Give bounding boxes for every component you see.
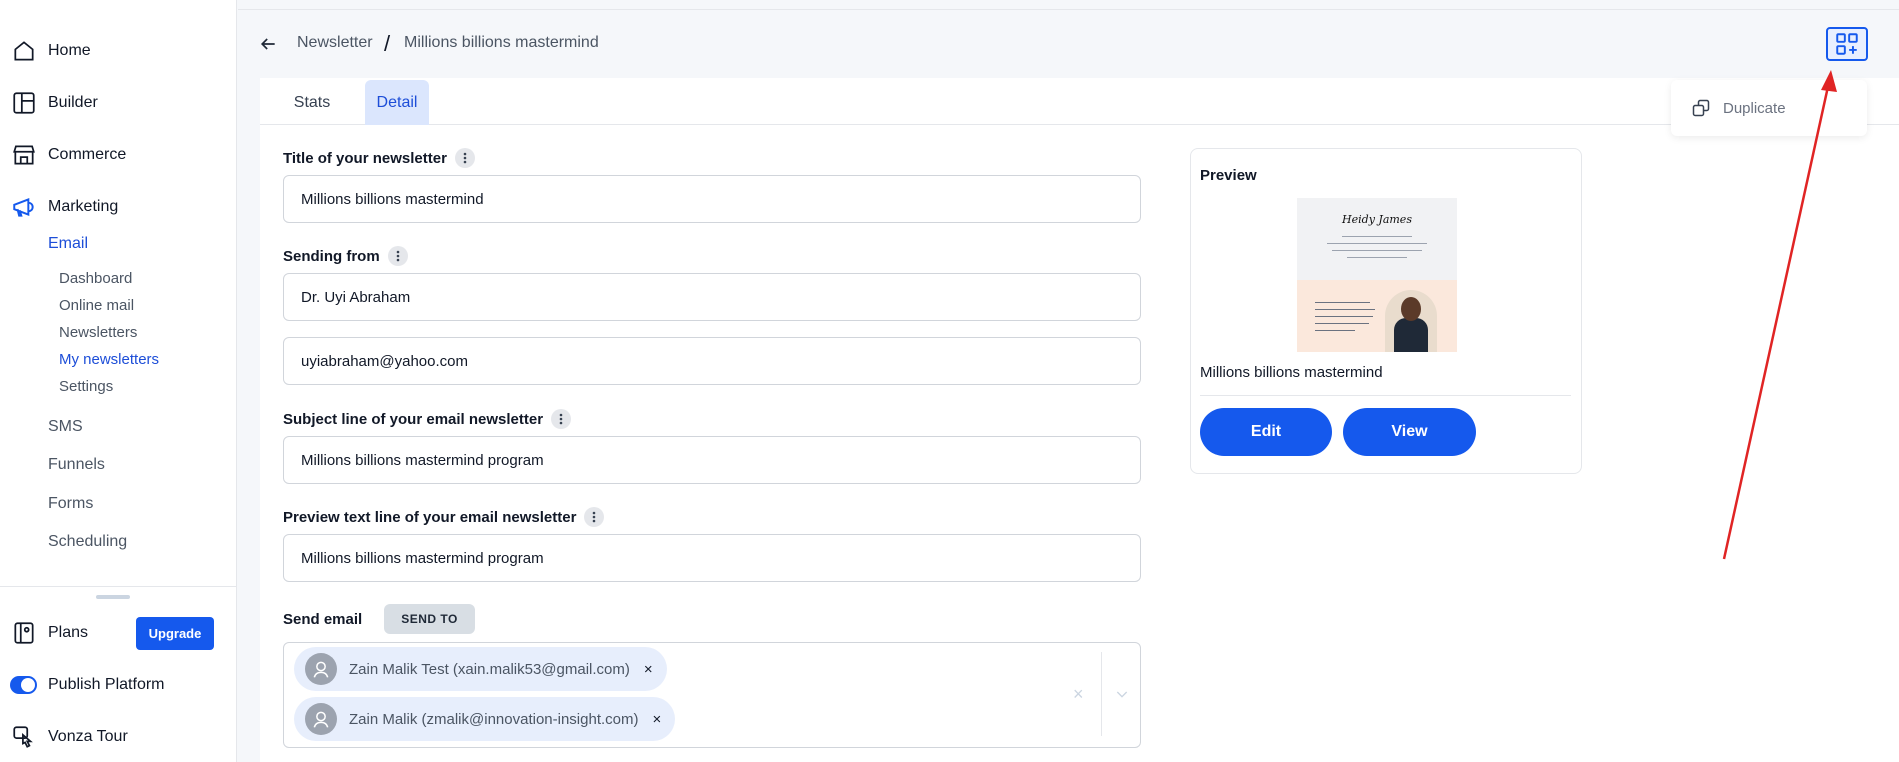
megaphone-icon [9, 192, 39, 222]
header-divider [238, 9, 1899, 10]
publish-platform-toggle[interactable] [10, 676, 37, 694]
info-icon[interactable] [551, 409, 572, 429]
duplicate-menu-item[interactable]: Duplicate [1671, 80, 1867, 136]
clear-recipients-icon[interactable]: × [1073, 684, 1084, 705]
sidebar-item-publish-platform[interactable]: Publish Platform [39, 670, 165, 700]
sidebar-subitem-online-mail[interactable]: Online mail [59, 297, 134, 314]
sidebar-item-scheduling[interactable]: Scheduling [48, 533, 127, 551]
sidebar: Home Builder Commerce Marketing Email Da… [0, 0, 237, 762]
sender-email-input[interactable] [283, 337, 1141, 385]
hand-pointer-icon [9, 722, 39, 752]
thumbnail-person-body [1394, 318, 1428, 352]
breadcrumb-current: Millions billions mastermind [404, 34, 599, 51]
view-button[interactable]: View [1343, 408, 1476, 456]
sending-from-label-text: Sending from [283, 247, 380, 265]
duplicate-label: Duplicate [1723, 99, 1786, 117]
newsletter-thumbnail[interactable]: Heidy James [1297, 198, 1457, 352]
sidebar-item-home[interactable]: Home [0, 36, 91, 66]
recipient-chip: Zain Malik Test (xain.malik53@gmail.com)… [294, 647, 667, 691]
sidebar-divider [0, 586, 237, 587]
thumbnail-person-head [1401, 297, 1421, 321]
copy-icon [1692, 99, 1710, 117]
user-avatar-icon [305, 703, 337, 735]
preview-newsletter-name: Millions billions mastermind [1200, 364, 1383, 381]
sidebar-item-commerce[interactable]: Commerce [0, 140, 126, 170]
sidebar-item-label: Marketing [48, 198, 119, 215]
sending-from-label: Sending from [283, 246, 408, 266]
sidebar-item-marketing[interactable]: Marketing [0, 192, 118, 222]
tab-detail[interactable]: Detail [365, 80, 429, 125]
builder-icon [9, 88, 39, 118]
sidebar-item-label: Home [48, 42, 91, 59]
thumbnail-signature: Heidy James [1342, 213, 1412, 226]
sidebar-item-label: Publish Platform [48, 676, 165, 693]
sidebar-item-forms[interactable]: Forms [48, 495, 93, 513]
thumbnail-header-bg [1297, 198, 1457, 280]
tab-stats[interactable]: Stats [278, 80, 346, 125]
edit-button[interactable]: Edit [1200, 408, 1332, 456]
sidebar-subitem-settings[interactable]: Settings [59, 378, 113, 395]
thumbnail-text-line [1347, 257, 1407, 258]
info-icon[interactable] [454, 148, 475, 168]
upgrade-button[interactable]: Upgrade [136, 617, 214, 650]
recipients-select[interactable]: Zain Malik Test (xain.malik53@gmail.com)… [283, 642, 1141, 748]
sidebar-item-vonza-tour[interactable]: Vonza Tour [0, 722, 128, 752]
back-arrow-icon[interactable] [258, 34, 278, 54]
info-icon[interactable] [387, 246, 408, 266]
sidebar-item-sms[interactable]: SMS [48, 418, 83, 436]
send-email-label: Send email [283, 611, 363, 628]
breadcrumb-separator: / [384, 31, 391, 56]
add-widget-button[interactable] [1826, 27, 1868, 61]
grid-plus-icon [1836, 33, 1858, 55]
thumbnail-text-line [1342, 236, 1412, 237]
subject-label: Subject line of your email newsletter [283, 409, 572, 429]
subject-input[interactable] [283, 436, 1141, 484]
title-label: Title of your newsletter [283, 148, 475, 168]
tabs-bar [260, 78, 1899, 125]
sidebar-item-label: Builder [48, 94, 98, 111]
home-icon [9, 36, 39, 66]
sidebar-item-funnels[interactable]: Funnels [48, 456, 105, 474]
preview-text-input[interactable] [283, 534, 1141, 582]
title-input[interactable] [283, 175, 1141, 223]
user-avatar-icon [305, 653, 337, 685]
preview-title: Preview [1200, 167, 1257, 184]
title-label-text: Title of your newsletter [283, 149, 447, 167]
breadcrumb-parent[interactable]: Newsletter [297, 34, 373, 52]
thumbnail-text-line [1327, 243, 1427, 244]
subject-label-text: Subject line of your email newsletter [283, 410, 544, 428]
info-icon[interactable] [584, 507, 605, 527]
preview-text-label: Preview text line of your email newslett… [283, 507, 605, 527]
sidebar-subitem-my-newsletters[interactable]: My newsletters [59, 351, 159, 368]
sidebar-resize-handle[interactable] [96, 595, 130, 599]
preview-text-label-text: Preview text line of your email newslett… [283, 508, 577, 526]
recipient-chip: Zain Malik (zmalik@innovation-insight.co… [294, 697, 676, 741]
store-icon [9, 140, 39, 170]
recipient-name: Zain Malik (zmalik@innovation-insight.co… [349, 710, 639, 728]
select-separator [1101, 652, 1102, 736]
send-to-button[interactable]: SEND TO [384, 604, 475, 634]
sidebar-item-label: Vonza Tour [48, 728, 128, 745]
sidebar-item-plans[interactable]: Plans [0, 618, 88, 648]
sidebar-item-label: Commerce [48, 146, 127, 163]
sidebar-subitem-newsletters[interactable]: Newsletters [59, 324, 137, 341]
thumbnail-text-line [1315, 316, 1373, 317]
plans-icon [9, 618, 39, 648]
remove-recipient-icon[interactable]: × [652, 711, 661, 728]
sidebar-item-email[interactable]: Email [48, 235, 88, 253]
thumbnail-text-line [1315, 323, 1369, 324]
thumbnail-text-line [1315, 302, 1370, 303]
sender-name-input[interactable] [283, 273, 1141, 321]
remove-recipient-icon[interactable]: × [644, 661, 653, 678]
thumbnail-text-line [1315, 309, 1375, 310]
thumbnail-text-line [1332, 250, 1422, 251]
preview-divider [1200, 395, 1571, 396]
sidebar-item-builder[interactable]: Builder [0, 88, 98, 118]
chevron-down-icon[interactable] [1114, 686, 1130, 702]
recipient-name: Zain Malik Test (xain.malik53@gmail.com) [349, 660, 630, 678]
sidebar-item-label: Plans [48, 624, 89, 641]
sidebar-subitem-dashboard[interactable]: Dashboard [59, 270, 132, 287]
thumbnail-text-line [1315, 330, 1355, 331]
